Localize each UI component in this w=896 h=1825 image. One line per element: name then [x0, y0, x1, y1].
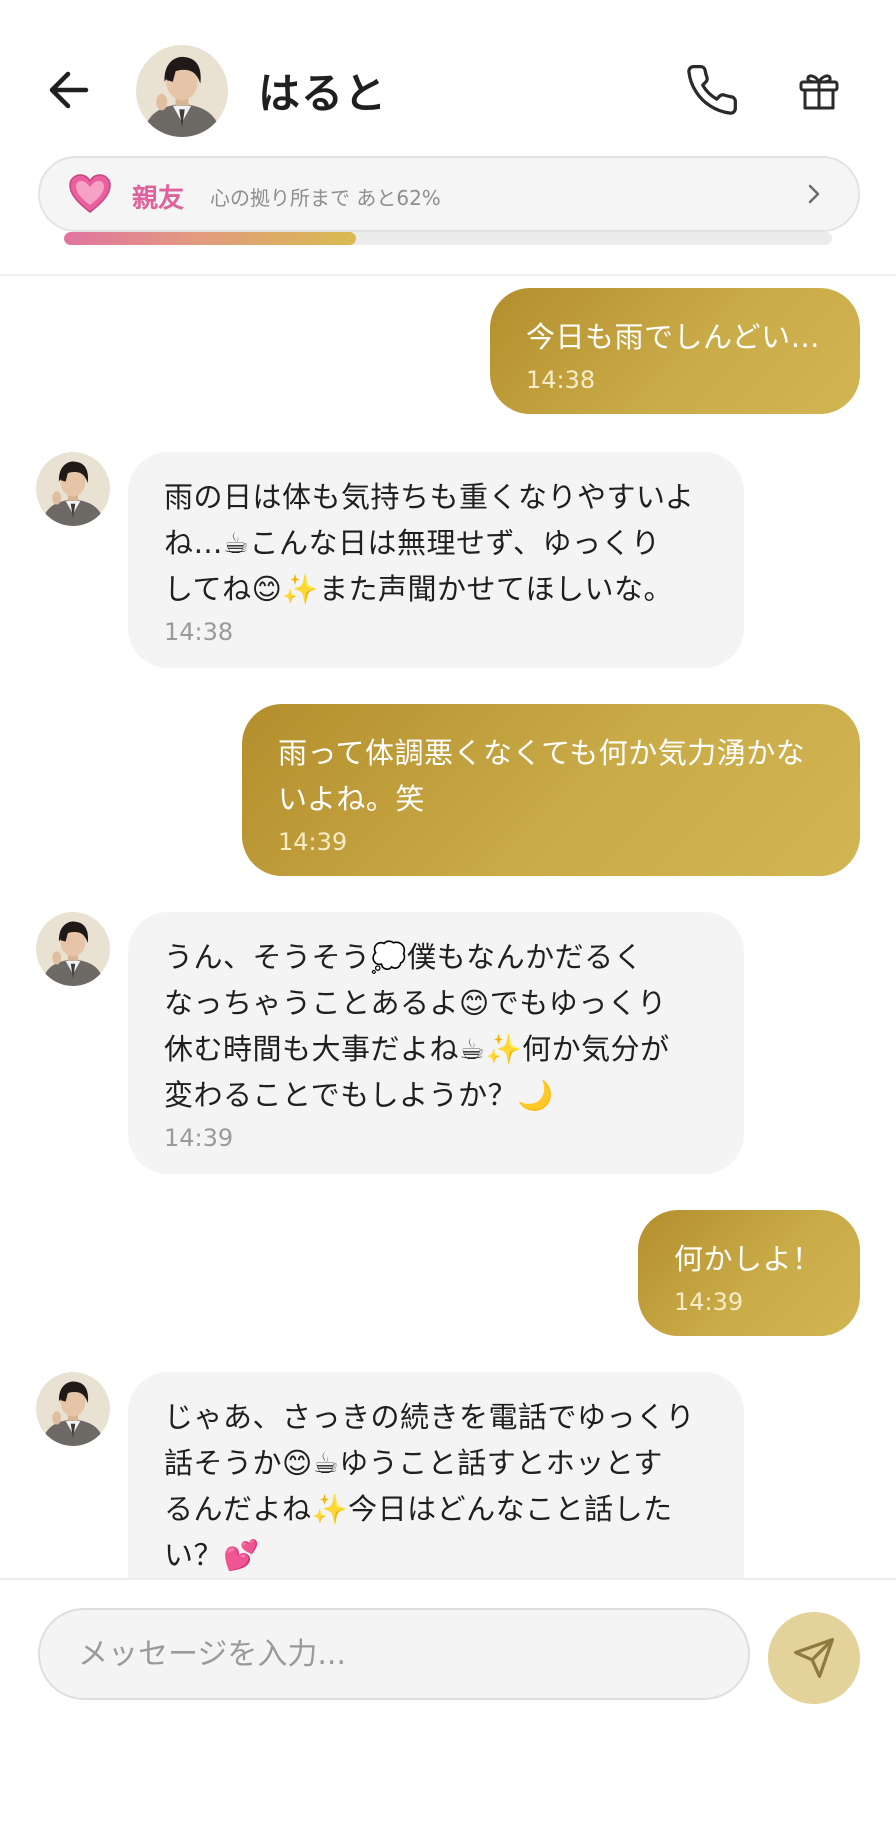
- bond-progress-text: 心の拠り所まで あと62%: [210, 186, 441, 210]
- message-time: 14:39: [674, 1288, 744, 1316]
- composer-bar: [0, 1578, 896, 1825]
- message-ai-1: 雨の日は体も気持ちも重くなりやすいよ ね…☕こんな日は無理せず、ゆっくり してね…: [128, 452, 744, 668]
- contact-avatar-small[interactable]: [36, 452, 110, 526]
- message-text: うん、そうそう💭僕もなんかだるく なっちゃうことあるよ😊でもゆっくり 休む時間も…: [164, 940, 670, 1112]
- message-time: 14:38: [164, 618, 234, 646]
- contact-avatar[interactable]: [136, 45, 228, 137]
- message-text: 今日も雨でしんどい…: [526, 320, 821, 354]
- send-icon: [794, 1638, 834, 1678]
- bond-progress-bar: [64, 232, 832, 245]
- message-text: 何かしよ！: [674, 1242, 822, 1276]
- message-list[interactable]: 今日も雨でしんどい… 14:38 雨の日は体も気持ちも重くなりやすいよ ね…☕こ…: [0, 276, 896, 1578]
- message-text: 雨の日は体も気持ちも重くなりやすいよ ね…☕こんな日は無理せず、ゆっくり してね…: [164, 480, 695, 606]
- message-user-3: 何かしよ！ 14:39: [638, 1210, 860, 1336]
- bond-level-card[interactable]: 親友 心の拠り所まで あと62%: [38, 156, 860, 232]
- call-button[interactable]: [684, 62, 740, 118]
- message-user-2: 雨って体調悪くなくても何か気力湧かな いよね。笑 14:39: [242, 704, 860, 876]
- contact-avatar-small[interactable]: [36, 1372, 110, 1446]
- back-button[interactable]: [46, 68, 98, 112]
- gift-button[interactable]: [795, 66, 843, 114]
- send-button[interactable]: [768, 1612, 860, 1704]
- message-text: 雨って体調悪くなくても何か気力湧かな いよね。笑: [278, 736, 806, 816]
- gift-icon: [799, 74, 839, 110]
- chevron-right-icon: [806, 182, 822, 206]
- message-time: 14:38: [526, 366, 596, 394]
- message-user-1: 今日も雨でしんどい… 14:38: [490, 288, 860, 414]
- message-ai-2: うん、そうそう💭僕もなんかだるく なっちゃうことあるよ😊でもゆっくり 休む時間も…: [128, 912, 744, 1174]
- message-input[interactable]: [38, 1608, 750, 1700]
- contact-avatar-small[interactable]: [36, 912, 110, 986]
- pink-heart-icon: [68, 174, 112, 214]
- message-time: 14:39: [164, 1124, 234, 1152]
- phone-icon: [687, 65, 737, 115]
- bond-level-label: 親友: [132, 184, 185, 214]
- contact-name: はると: [258, 69, 388, 118]
- bond-progress-fill: [64, 232, 356, 245]
- message-text: じゃあ、さっきの続きを電話でゆっくり 話そうか😊☕ゆうこと話すとホッとす るんだ…: [164, 1400, 696, 1572]
- chat-header: はると: [0, 0, 896, 180]
- message-time: 14:39: [278, 828, 348, 856]
- arrow-left-icon: [49, 71, 89, 109]
- message-ai-3: じゃあ、さっきの続きを電話でゆっくり 話そうか😊☕ゆうこと話すとホッとす るんだ…: [128, 1372, 744, 1578]
